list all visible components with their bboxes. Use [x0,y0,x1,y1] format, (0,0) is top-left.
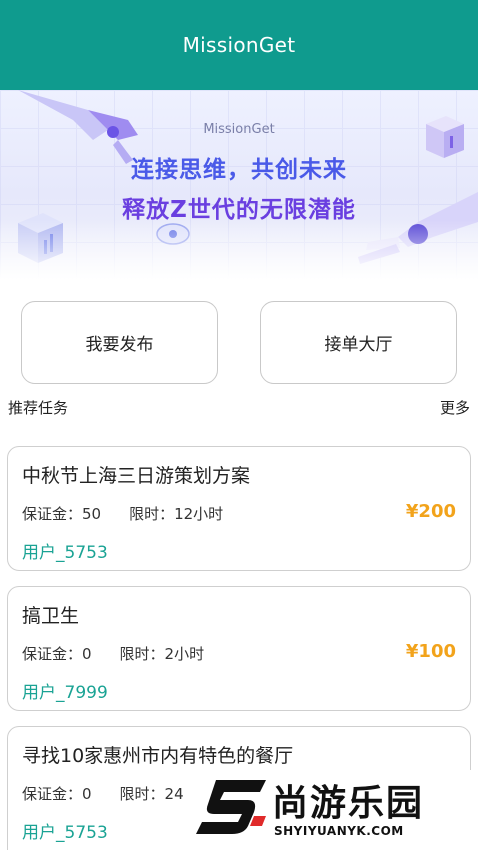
banner-brand: MissionGet [203,122,275,137]
task-time-limit: 限时：12小时 [129,505,224,523]
promo-banner[interactable]: MissionGet 连接思维，共创未来 释放Z世代的无限潜能 [0,90,478,280]
task-user[interactable]: 用户_5753 [22,538,108,563]
banner-slogan-line1: 连接思维，共创未来 [131,157,347,183]
task-card[interactable]: 搞卫生 保证金：0 限时：2小时 ¥100 用户_7999 [7,586,471,711]
task-time-limit: 限时：2小时 [119,645,205,663]
app-title: MissionGet [182,33,296,57]
task-deposit: 保证金：0 [22,645,92,663]
more-link[interactable]: 更多 [440,397,470,418]
task-title: 寻找10家惠州市内有特色的餐厅 [22,745,294,767]
banner-floor [0,220,478,280]
order-hall-button[interactable]: 接单大厅 [260,301,457,384]
watermark-logo-icon [196,780,266,834]
task-meta: 保证金：50 限时：12小时 [22,503,223,524]
task-deposit: 保证金：50 [22,505,102,523]
task-title: 中秋节上海三日游策划方案 [22,465,251,487]
task-title: 搞卫生 [22,605,80,627]
task-meta: 保证金：0 限时：24 [22,783,184,804]
task-deposit: 保证金：0 [22,785,92,803]
task-time-limit: 限时：24 [119,785,184,803]
site-watermark: 尚游乐园 SHYIYUANYK.COM [196,770,478,850]
recommended-section-header: 推荐任务 更多 [8,397,470,418]
task-price: ¥200 [405,501,456,522]
task-user[interactable]: 用户_7999 [22,678,108,703]
watermark-text: 尚游乐园 [272,783,425,824]
watermark-url: SHYIYUANYK.COM [274,824,404,838]
task-user[interactable]: 用户_5753 [22,818,108,843]
publish-button[interactable]: 我要发布 [21,301,218,384]
task-card[interactable]: 中秋节上海三日游策划方案 保证金：50 限时：12小时 ¥200 用户_5753 [7,446,471,571]
task-price: ¥100 [405,641,456,662]
banner-slogan-line2: 释放Z世代的无限潜能 [122,197,356,223]
section-title: 推荐任务 [8,399,69,417]
task-meta: 保证金：0 限时：2小时 [22,643,204,664]
app-bar: MissionGet [0,0,478,90]
